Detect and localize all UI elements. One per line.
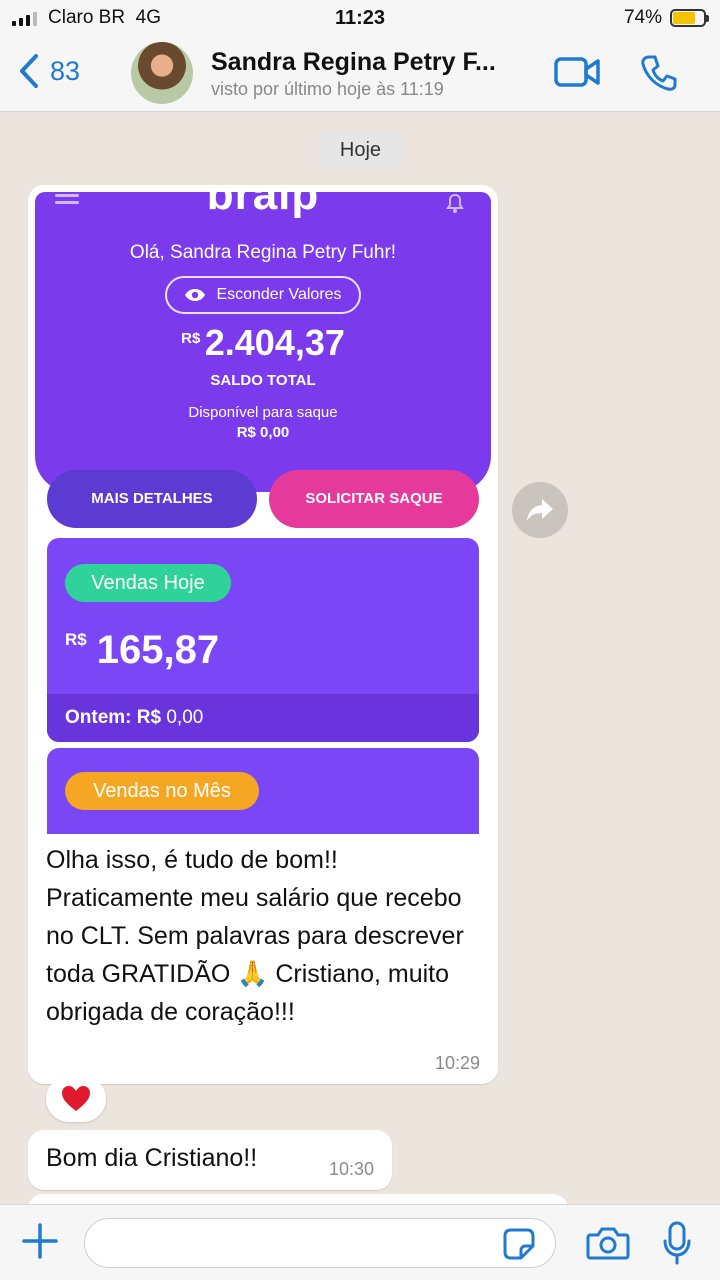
sales-today-card: Vendas Hoje R$ 165,87 Ontem: R$ 0,00: [47, 538, 479, 742]
available-label: Disponível para saque: [188, 404, 338, 421]
back-button[interactable]: 83: [18, 53, 80, 89]
sales-month-card: Vendas no Mês: [47, 748, 479, 834]
date-separator: Hoje: [318, 132, 403, 168]
total-balance-label: SALDO TOTAL: [210, 372, 316, 389]
forward-arrow-icon: [527, 499, 553, 521]
message-bubble-image[interactable]: braip Olá, Sandra Regina Petry Fuhr! Esc…: [28, 185, 498, 1084]
forward-button[interactable]: [512, 482, 568, 538]
details-button: MAIS DETALHES: [47, 470, 257, 528]
message-time: 10:29: [434, 1053, 480, 1073]
message-text: Bom dia Cristiano!!: [46, 1144, 258, 1172]
withdraw-button: SOLICITAR SAQUE: [269, 470, 479, 528]
eye-icon: [185, 289, 206, 301]
yesterday-row: Ontem: R$ 0,00: [47, 694, 479, 742]
contact-avatar[interactable]: [131, 42, 193, 104]
yesterday-label: Ontem: R$: [65, 707, 162, 728]
camera-button[interactable]: [586, 1225, 630, 1266]
sticker-icon: [503, 1228, 535, 1260]
phone-icon: [641, 55, 677, 91]
chat-header: 83 Sandra Regina Petry F... visto por úl…: [0, 38, 720, 112]
message-bubble-text[interactable]: Bom dia Cristiano!! 10:30: [28, 1130, 392, 1190]
message-bubble-partial[interactable]: [28, 1194, 568, 1204]
reaction-heart[interactable]: ❤️: [46, 1076, 106, 1122]
video-call-button[interactable]: [554, 56, 600, 93]
video-camera-icon: [554, 57, 600, 87]
currency-symbol: R$: [65, 630, 87, 649]
attach-button[interactable]: [22, 1223, 58, 1264]
camera-icon: [586, 1227, 630, 1260]
microphone-icon: [663, 1221, 691, 1265]
total-balance-value: 2.404,37: [204, 322, 345, 363]
message-time: 10:30: [328, 1159, 374, 1179]
last-seen: visto por último hoje às 11:19: [211, 79, 444, 99]
total-balance: R$ 2.404,37: [35, 322, 491, 364]
greeting-text: Olá, Sandra Regina Petry Fuhr!: [129, 242, 397, 263]
status-bar: Claro BR 4G 11:23 74%: [0, 0, 720, 38]
battery-icon: [670, 9, 709, 27]
sales-month-badge: Vendas no Mês: [65, 772, 259, 810]
hide-values-label: Esconder Valores: [216, 286, 342, 303]
yesterday-value: 0,00: [166, 707, 204, 728]
sales-today-value: 165,87: [96, 628, 220, 672]
message-input[interactable]: [84, 1218, 556, 1268]
composer-bar: [0, 1204, 720, 1280]
sales-today-badge: Vendas Hoje: [65, 564, 231, 602]
currency-symbol: R$: [181, 330, 201, 347]
hide-values-button: Esconder Valores: [165, 276, 361, 314]
sticker-button[interactable]: [502, 1227, 536, 1266]
heart-icon: [62, 1086, 90, 1111]
sales-today-amount: R$ 165,87: [65, 628, 219, 673]
chevron-left-icon: [20, 54, 38, 88]
voice-call-button[interactable]: [640, 54, 678, 97]
braip-logo: braip: [206, 192, 320, 219]
status-time: 11:23: [334, 7, 386, 29]
braip-header-panel: braip Olá, Sandra Regina Petry Fuhr! Esc…: [35, 192, 491, 492]
message-text: Olha isso, é tudo de bom!! Praticamente …: [46, 846, 464, 1026]
chat-area[interactable]: Hoje braip Olá, Sandra Regina Petry Fuhr…: [0, 112, 720, 1204]
contact-name[interactable]: Sandra Regina Petry F...: [211, 48, 531, 77]
unread-count: 83: [50, 55, 81, 86]
microphone-button[interactable]: [662, 1221, 692, 1270]
shared-screenshot[interactable]: braip Olá, Sandra Regina Petry Fuhr! Esc…: [35, 192, 491, 834]
battery-percent: 74%: [623, 7, 662, 28]
available-value: R$ 0,00: [236, 424, 290, 441]
plus-icon: [22, 1223, 58, 1259]
